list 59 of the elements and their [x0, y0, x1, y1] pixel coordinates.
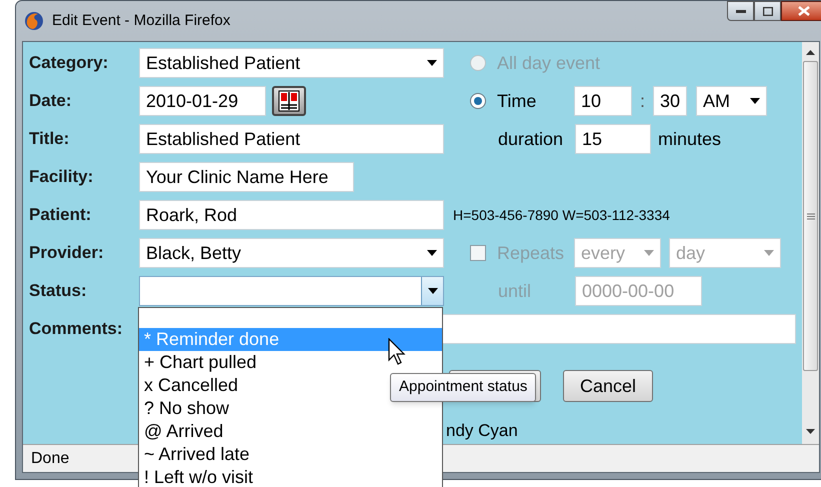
- radio-label: Time: [497, 90, 538, 112]
- field-label: Provider:: [29, 242, 105, 264]
- status-option[interactable]: ! Left w/o visit: [139, 466, 442, 487]
- repeats-checkbox[interactable]: [470, 245, 486, 261]
- date-field[interactable]: 2010-01-29: [139, 86, 266, 116]
- dropdown-arrow-icon: [750, 98, 760, 104]
- hour-field[interactable]: 10: [574, 86, 632, 116]
- dropdown-arrow-icon: [644, 250, 654, 256]
- title-field[interactable]: Established Patient: [139, 124, 444, 154]
- category-select[interactable]: Established Patient: [139, 48, 444, 78]
- status-option[interactable]: + Chart pulled: [139, 351, 442, 374]
- provider-select[interactable]: Black, Betty: [139, 238, 444, 268]
- status-option[interactable]: @ Arrived: [139, 420, 442, 443]
- facility-field[interactable]: Your Clinic Name Here: [139, 162, 354, 192]
- ampm-select[interactable]: AM: [696, 86, 768, 116]
- close-button[interactable]: [781, 1, 821, 21]
- grip-icon: [806, 212, 814, 220]
- close-icon: [798, 6, 810, 16]
- patient-field[interactable]: Roark, Rod: [139, 200, 444, 230]
- time-separator: :: [640, 90, 646, 112]
- scroll-down-icon: [806, 429, 815, 434]
- scroll-up-icon: [806, 50, 815, 55]
- field-label: Status:: [29, 280, 88, 302]
- status-select[interactable]: [139, 276, 444, 306]
- maximize-button[interactable]: [754, 1, 781, 21]
- patient-phones: H=503-456-7890 W=503-112-3334: [453, 206, 670, 224]
- field-label: Date:: [29, 90, 73, 112]
- tooltip: Appointment status: [390, 373, 536, 402]
- scroll-thumb[interactable]: [803, 61, 818, 371]
- maximize-icon: [762, 6, 772, 16]
- field-label: Facility:: [29, 166, 94, 188]
- minute-field[interactable]: 30: [653, 86, 688, 116]
- duration-field[interactable]: 15: [575, 124, 651, 154]
- duration-label: duration: [498, 128, 564, 150]
- field-label: Title:: [29, 128, 70, 150]
- dropdown-arrow-icon: [428, 288, 438, 294]
- status-option[interactable]: ~ Arrived late: [139, 443, 442, 466]
- provider-name: ndy Cyan: [446, 420, 519, 440]
- minutes-label: minutes: [658, 128, 722, 150]
- cancel-button[interactable]: Cancel: [563, 370, 653, 402]
- browser-logo-icon: [24, 11, 44, 31]
- window-title: Edit Event - Mozilla Firefox: [52, 10, 230, 31]
- radio-button[interactable]: [470, 93, 486, 109]
- mouse-cursor-icon: [388, 338, 406, 366]
- repeats-label: Repeats: [497, 242, 566, 265]
- radio-label: All day event: [497, 52, 600, 75]
- field-label: Patient:: [29, 204, 92, 226]
- minimize-button[interactable]: [727, 1, 754, 21]
- field-label: Comments:: [29, 318, 124, 340]
- minimize-icon: [736, 9, 746, 13]
- field-label: Category:: [29, 52, 110, 74]
- scrollbar[interactable]: [802, 42, 819, 444]
- calendar-icon: [278, 90, 300, 112]
- dropdown-arrow-icon: [427, 250, 437, 256]
- until-label: until: [498, 280, 532, 302]
- status-text: Done: [31, 448, 70, 468]
- dropdown-arrow-icon: [764, 250, 774, 256]
- dropdown-arrow-icon: [427, 60, 437, 66]
- calendar-button[interactable]: [272, 86, 306, 116]
